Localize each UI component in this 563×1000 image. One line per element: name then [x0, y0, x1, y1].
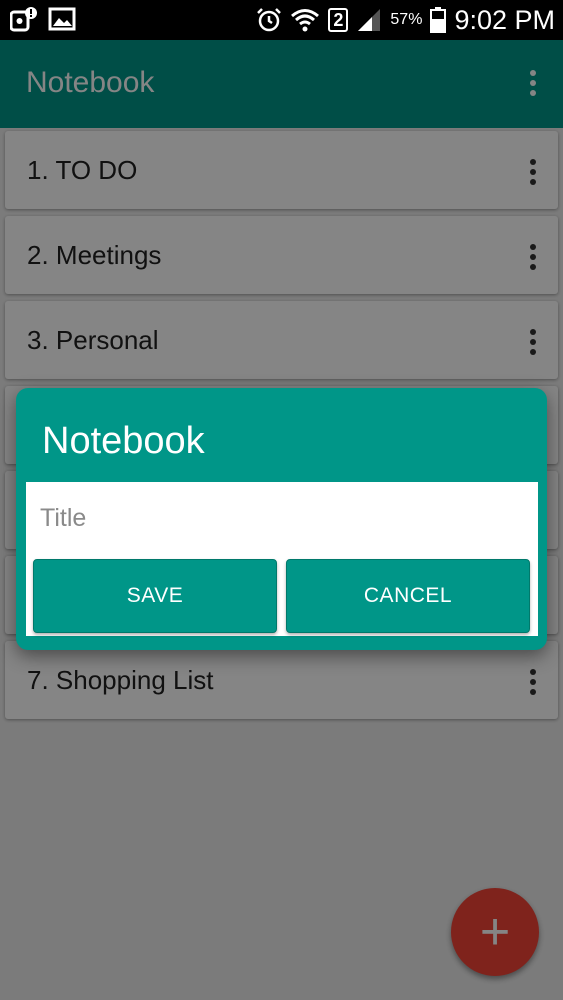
status-left-icons — [10, 6, 76, 32]
battery-icon — [430, 7, 447, 33]
status-time: 9:02 PM — [454, 4, 555, 35]
status-right-icons: 2 57% 9:02 PM — [256, 4, 555, 36]
alarm-icon — [257, 8, 282, 32]
cancel-button[interactable]: CANCEL — [286, 559, 530, 633]
status-bar: 2 57% 9:02 PM — [0, 0, 563, 40]
dialog-body: SAVE CANCEL — [26, 482, 538, 636]
sim-badge: 2 — [328, 8, 349, 32]
signal-icon — [358, 9, 381, 31]
notification-alert-icon — [10, 7, 37, 32]
title-input[interactable] — [40, 492, 524, 544]
save-button[interactable]: SAVE — [33, 559, 277, 633]
new-notebook-dialog: Notebook SAVE CANCEL — [16, 388, 547, 650]
wifi-icon — [291, 9, 320, 32]
dialog-title: Notebook — [42, 420, 205, 462]
image-icon — [48, 7, 76, 31]
battery-percent: 57% — [390, 11, 423, 28]
